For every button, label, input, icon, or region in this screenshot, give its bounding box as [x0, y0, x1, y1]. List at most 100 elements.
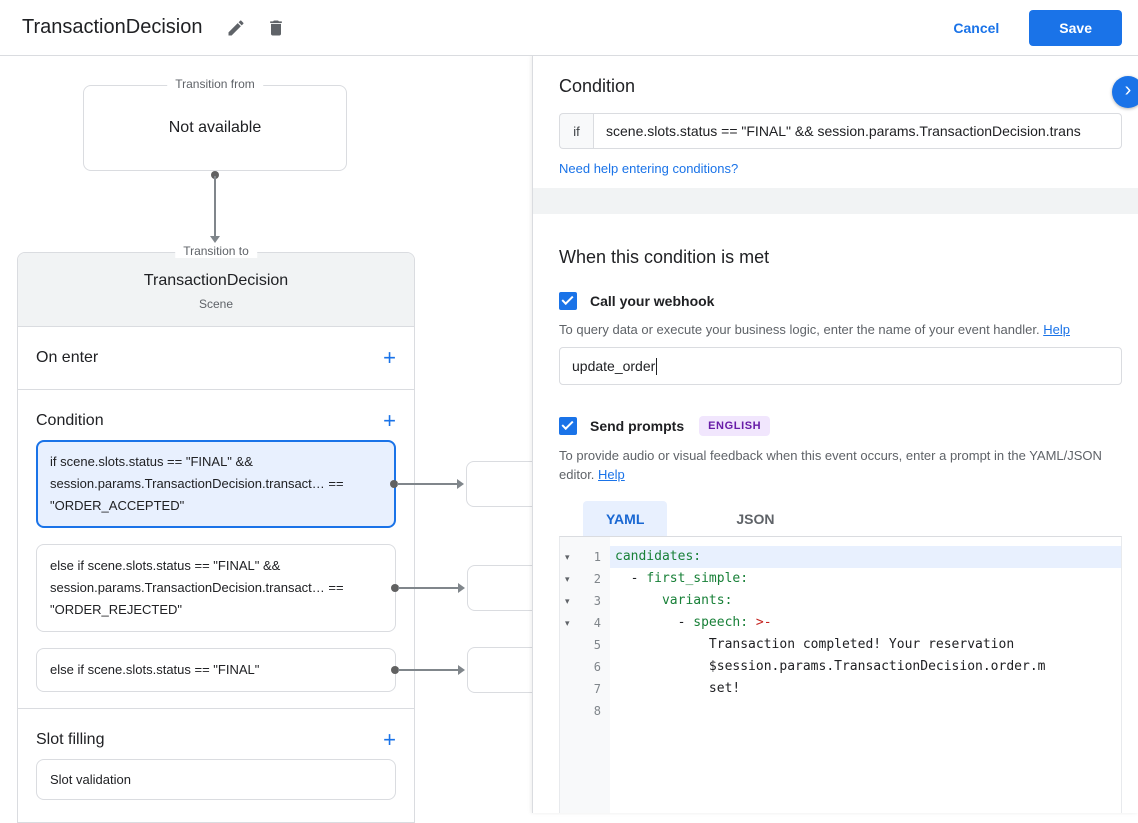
- code-line[interactable]: set!: [610, 678, 1121, 700]
- transition-from-box[interactable]: Transition from Not available: [83, 77, 347, 171]
- webhook-input[interactable]: update_order: [559, 347, 1122, 385]
- gutter-row: ▾ 2: [560, 568, 610, 590]
- condition-editor-section: Condition › if Need help entering condit…: [533, 56, 1138, 188]
- main-area: Transition from Not available Transition…: [0, 56, 1138, 823]
- gutter-row: 8: [560, 700, 610, 722]
- arrow-right-icon: [458, 583, 465, 593]
- transition-to-box: Transition to TransactionDecision Scene …: [17, 244, 545, 823]
- language-badge: ENGLISH: [699, 416, 771, 436]
- gutter-row: ▾ 3: [560, 590, 610, 612]
- code-line[interactable]: Transaction completed! Your reservation: [610, 634, 1121, 656]
- chevron-right-icon: ›: [1124, 79, 1132, 101]
- code-line[interactable]: - speech: >-: [610, 612, 1121, 634]
- add-slot-button[interactable]: +: [383, 729, 396, 751]
- line-number: 6: [593, 660, 601, 674]
- code-line[interactable]: $session.params.TransactionDecision.orde…: [610, 656, 1121, 678]
- slot-filling-label: Slot filling: [36, 731, 105, 748]
- editor-tabs: YAML JSON: [559, 501, 1122, 536]
- panel-title: Condition: [559, 76, 636, 96]
- fold-icon[interactable]: ▾: [565, 612, 577, 634]
- add-condition-button[interactable]: +: [383, 410, 396, 432]
- connector: [391, 583, 469, 593]
- condition-section-label: Condition: [36, 412, 104, 429]
- text-cursor: [656, 357, 658, 375]
- webhook-help-link[interactable]: Help: [1043, 322, 1070, 337]
- line-number: 7: [593, 682, 601, 696]
- transition-to-label: Transition to: [175, 244, 257, 258]
- when-met-title: When this condition is met: [559, 247, 770, 267]
- cancel-button[interactable]: Cancel: [953, 20, 999, 36]
- gutter-row: 6: [560, 656, 610, 678]
- editor-gutter: ▾ 1 ▾ 2 ▾ 3 ▾ 4 5 6 7 8: [560, 537, 610, 813]
- transition-from-label: Transition from: [167, 77, 263, 91]
- on-enter-section: On enter +: [18, 327, 414, 390]
- edit-icon[interactable]: [216, 8, 256, 48]
- if-label: if: [559, 113, 593, 149]
- condition-details-panel: Condition › if Need help entering condit…: [532, 56, 1138, 813]
- condition-card[interactable]: else if scene.slots.status == "FINAL" &&…: [36, 544, 545, 632]
- editor-code-area[interactable]: candidates: - first_simple: variants: - …: [610, 537, 1121, 813]
- connector: [390, 479, 468, 489]
- condition-expression-input[interactable]: [593, 113, 1122, 149]
- condition-card-text: else if scene.slots.status == "FINAL" &&…: [50, 558, 344, 617]
- condition-card-text: if scene.slots.status == "FINAL" && sess…: [50, 454, 344, 513]
- on-enter-label: On enter: [36, 349, 99, 366]
- yaml-editor: ▾ 1 ▾ 2 ▾ 3 ▾ 4 5 6 7 8 candidates: - first_…: [559, 536, 1122, 813]
- prompts-checkbox[interactable]: [559, 417, 577, 435]
- prompts-label: Send prompts: [590, 418, 685, 434]
- code-line[interactable]: [610, 700, 1121, 722]
- conditions-help-link[interactable]: Need help entering conditions?: [559, 161, 738, 176]
- connector-line: [397, 483, 458, 485]
- tab-json[interactable]: JSON: [713, 501, 797, 536]
- condition-input-group: if: [559, 113, 1122, 149]
- webhook-description: To query data or execute your business l…: [559, 322, 1070, 337]
- fold-icon[interactable]: ▾: [565, 568, 577, 590]
- line-number: 8: [593, 704, 601, 718]
- page-title: TransactionDecision: [22, 16, 203, 38]
- trash-icon: [270, 20, 283, 35]
- gutter-row: ▾ 4: [560, 612, 610, 634]
- line-number: 1: [593, 550, 601, 564]
- prompts-toggle-row: Send prompts ENGLISH: [559, 416, 1122, 436]
- code-line[interactable]: - first_simple:: [610, 568, 1121, 590]
- fold-icon[interactable]: ▾: [565, 590, 577, 612]
- condition-card[interactable]: else if scene.slots.status == "FINAL": [36, 647, 545, 693]
- transition-from-content: Not available: [168, 119, 262, 136]
- scene-subtitle: Scene: [198, 297, 234, 311]
- add-on-enter-button[interactable]: +: [383, 347, 396, 369]
- webhook-input-value: update_order: [572, 358, 656, 374]
- arrow-down-icon: [210, 236, 220, 243]
- connector-line: [398, 587, 459, 589]
- tab-yaml[interactable]: YAML: [583, 501, 668, 536]
- scene-header[interactable]: TransactionDecision Scene: [18, 253, 414, 327]
- save-button[interactable]: Save: [1029, 9, 1122, 46]
- delete-icon[interactable]: [256, 8, 296, 48]
- condition-card-text: else if scene.slots.status == "FINAL": [50, 662, 260, 677]
- collapse-panel-button[interactable]: ›: [1112, 76, 1138, 108]
- scene-title: TransactionDecision: [143, 272, 289, 289]
- line-number: 3: [593, 594, 601, 608]
- arrow-right-icon: [458, 665, 465, 675]
- top-bar: TransactionDecision Cancel Save: [0, 0, 1138, 56]
- prompts-description: To provide audio or visual feedback when…: [559, 448, 1102, 482]
- slot-filling-section: Slot filling + Slot validation: [18, 709, 414, 800]
- line-number: 2: [593, 572, 601, 586]
- slot-validation-card[interactable]: Slot validation: [36, 759, 396, 800]
- connector-line: [214, 176, 216, 236]
- prompts-help-link[interactable]: Help: [598, 467, 625, 482]
- code-line[interactable]: candidates:: [610, 546, 1121, 568]
- webhook-toggle-row: Call your webhook: [559, 292, 1122, 310]
- connector: [391, 665, 469, 675]
- condition-section: Condition + if scene.slots.status == "FI…: [18, 390, 545, 709]
- webhook-checkbox[interactable]: [559, 292, 577, 310]
- gutter-row: ▾ 1: [560, 546, 610, 568]
- line-number: 4: [593, 616, 601, 630]
- code-line[interactable]: variants:: [610, 590, 1121, 612]
- arrow-right-icon: [457, 479, 464, 489]
- pencil-icon: [228, 19, 244, 35]
- webhook-label: Call your webhook: [590, 293, 715, 309]
- gutter-row: 5: [560, 634, 610, 656]
- condition-card[interactable]: if scene.slots.status == "FINAL" && sess…: [36, 440, 544, 528]
- fold-icon[interactable]: ▾: [565, 546, 577, 568]
- gutter-row: 7: [560, 678, 610, 700]
